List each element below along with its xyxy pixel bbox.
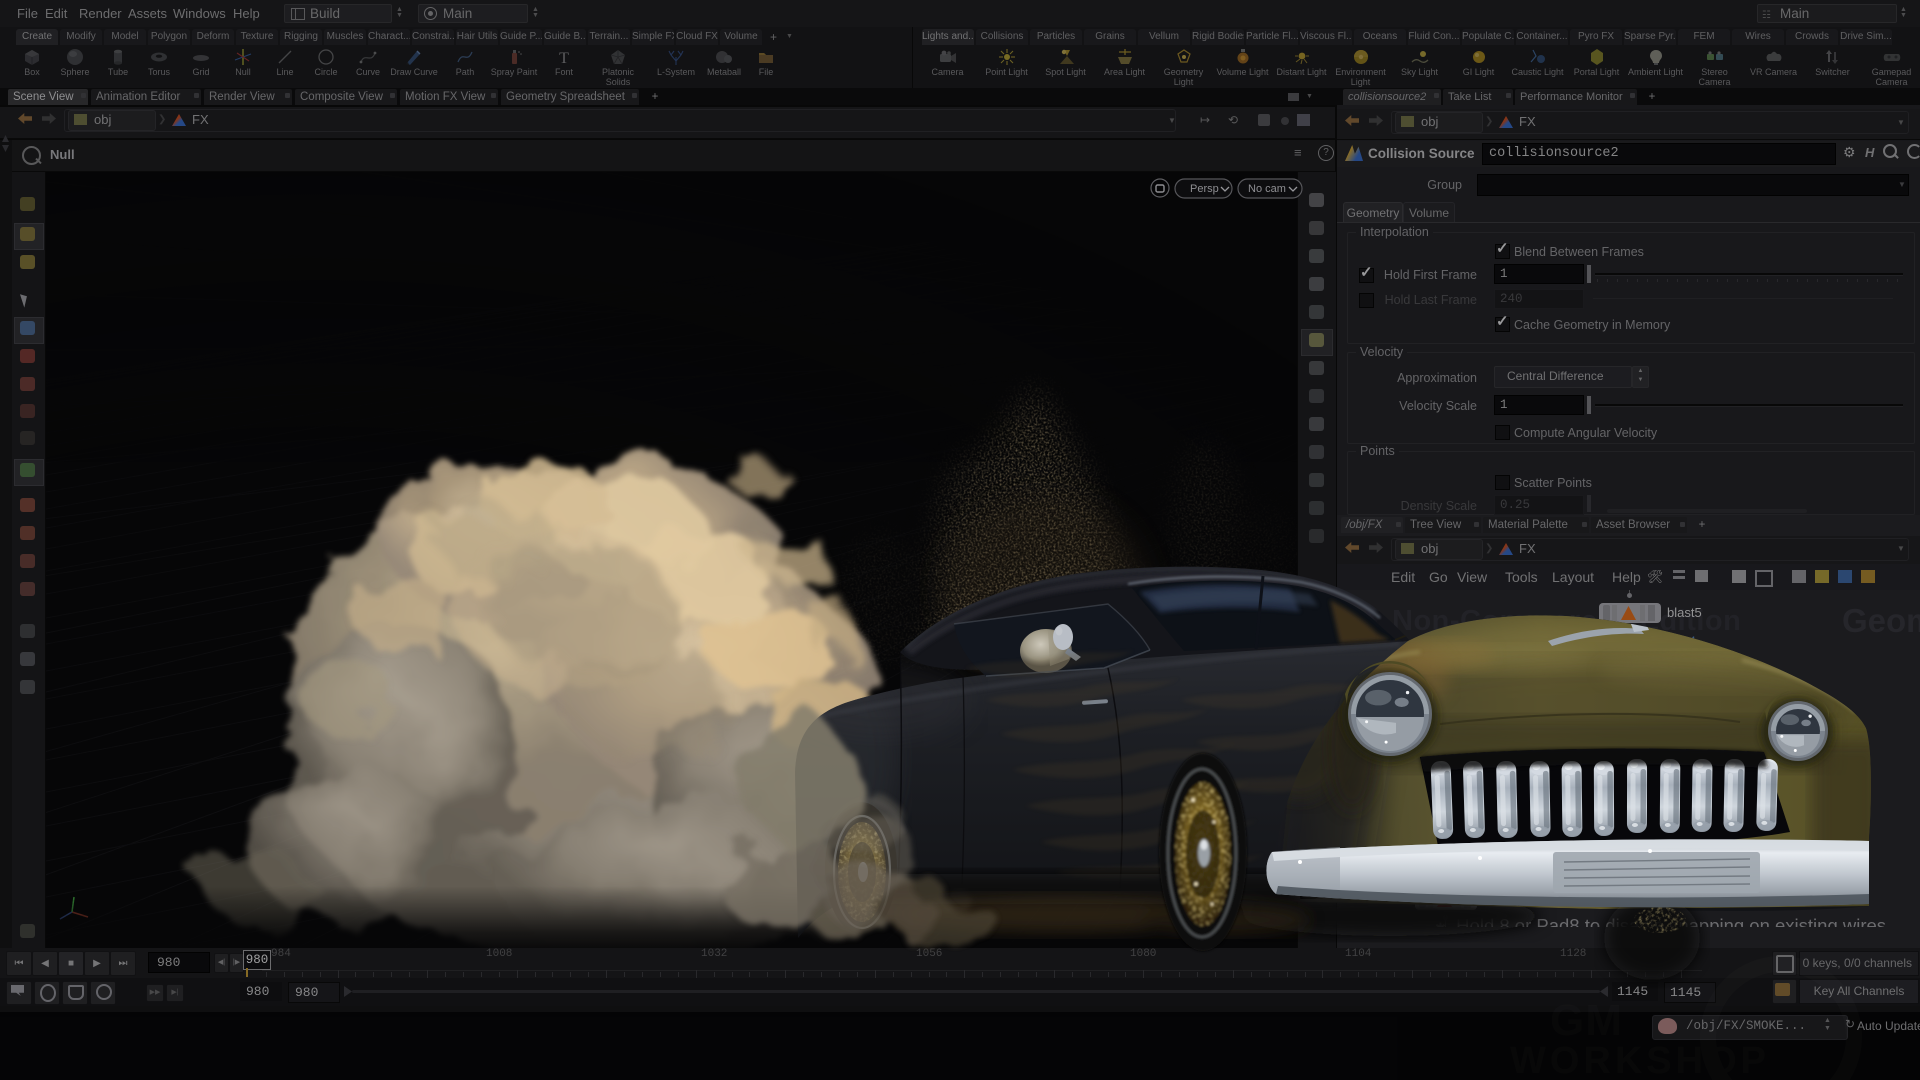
svg-text:No cam: No cam — [1248, 183, 1286, 195]
svg-text:Persp: Persp — [1190, 183, 1219, 195]
